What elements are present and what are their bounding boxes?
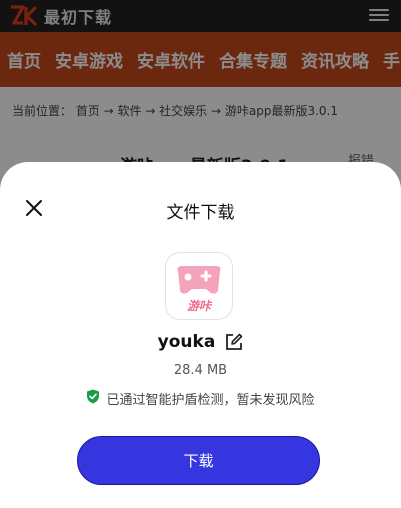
download-button[interactable]: 下载 xyxy=(77,436,320,485)
game-controller-icon xyxy=(177,266,221,294)
edit-icon[interactable] xyxy=(225,333,243,351)
app-icon: 游咔 xyxy=(166,253,232,319)
app-name: youka xyxy=(157,332,216,352)
security-text: 已通过智能护盾检测，暂未发现风险 xyxy=(106,393,315,408)
app-name-row: youka xyxy=(0,332,401,352)
shield-check-icon xyxy=(86,389,100,408)
security-status: 已通过智能护盾检测，暂未发现风险 xyxy=(0,389,401,408)
dialog-title: 文件下载 xyxy=(166,203,235,223)
download-sheet: 文件下载 游咔 youka 28.4 MB 已通过智能护盾检测，暂未发现风险 下… xyxy=(0,162,401,508)
app-icon-text: 游咔 xyxy=(187,299,213,313)
app-size: 28.4 MB xyxy=(173,363,228,378)
